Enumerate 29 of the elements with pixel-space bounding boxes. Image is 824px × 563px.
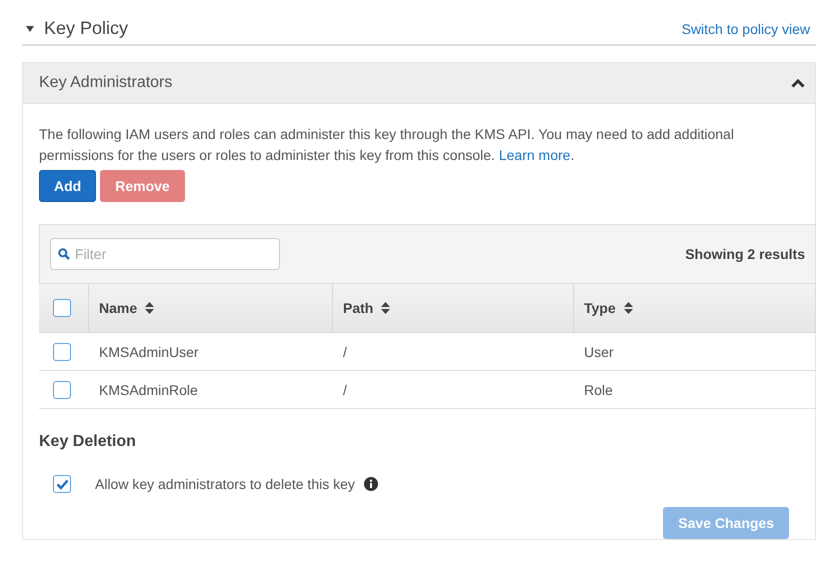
filter-field[interactable]: Filter xyxy=(50,238,280,270)
sort-icon xyxy=(381,302,390,314)
table-cell: / xyxy=(343,382,347,398)
sort-icon xyxy=(145,302,154,314)
panel-title: Key Administrators xyxy=(39,74,172,92)
delete-checkbox[interactable] xyxy=(53,475,71,493)
table-cell: KMSAdminUser xyxy=(99,344,199,360)
row-checkbox[interactable] xyxy=(53,342,71,360)
add-button[interactable]: Add xyxy=(39,170,96,202)
info-icon[interactable] xyxy=(364,477,378,491)
sort-icon xyxy=(624,302,633,314)
select-all-checkbox[interactable] xyxy=(53,299,71,317)
policy-view-link[interactable]: Switch to policy view xyxy=(682,20,810,36)
checkbox-label: Allow key administrators to delete this key xyxy=(95,476,355,492)
collapse-icon[interactable] xyxy=(26,26,34,32)
section-title: Key Policy xyxy=(44,18,128,39)
chevron-icon[interactable] xyxy=(791,78,805,88)
row-checkbox[interactable] xyxy=(53,380,71,398)
column-header[interactable]: Path xyxy=(333,284,574,333)
learn-more-link[interactable]: Learn more xyxy=(498,147,570,163)
result-count: Showing 2 results xyxy=(685,246,805,262)
table-cell: KMSAdminRole xyxy=(99,382,198,398)
column-header[interactable]: Type xyxy=(574,284,816,333)
description-text: The following IAM users and roles can administer this key through the KMS API. You may need to add additional permissions for the users or roles to administer this key from this console. Learn more. xyxy=(39,125,735,165)
deletion-title: Key Deletion xyxy=(39,433,137,451)
table-cell: Role xyxy=(584,382,613,398)
column-header[interactable]: Name xyxy=(89,284,333,333)
table-cell: User xyxy=(584,344,614,360)
table-cell: / xyxy=(343,344,347,360)
